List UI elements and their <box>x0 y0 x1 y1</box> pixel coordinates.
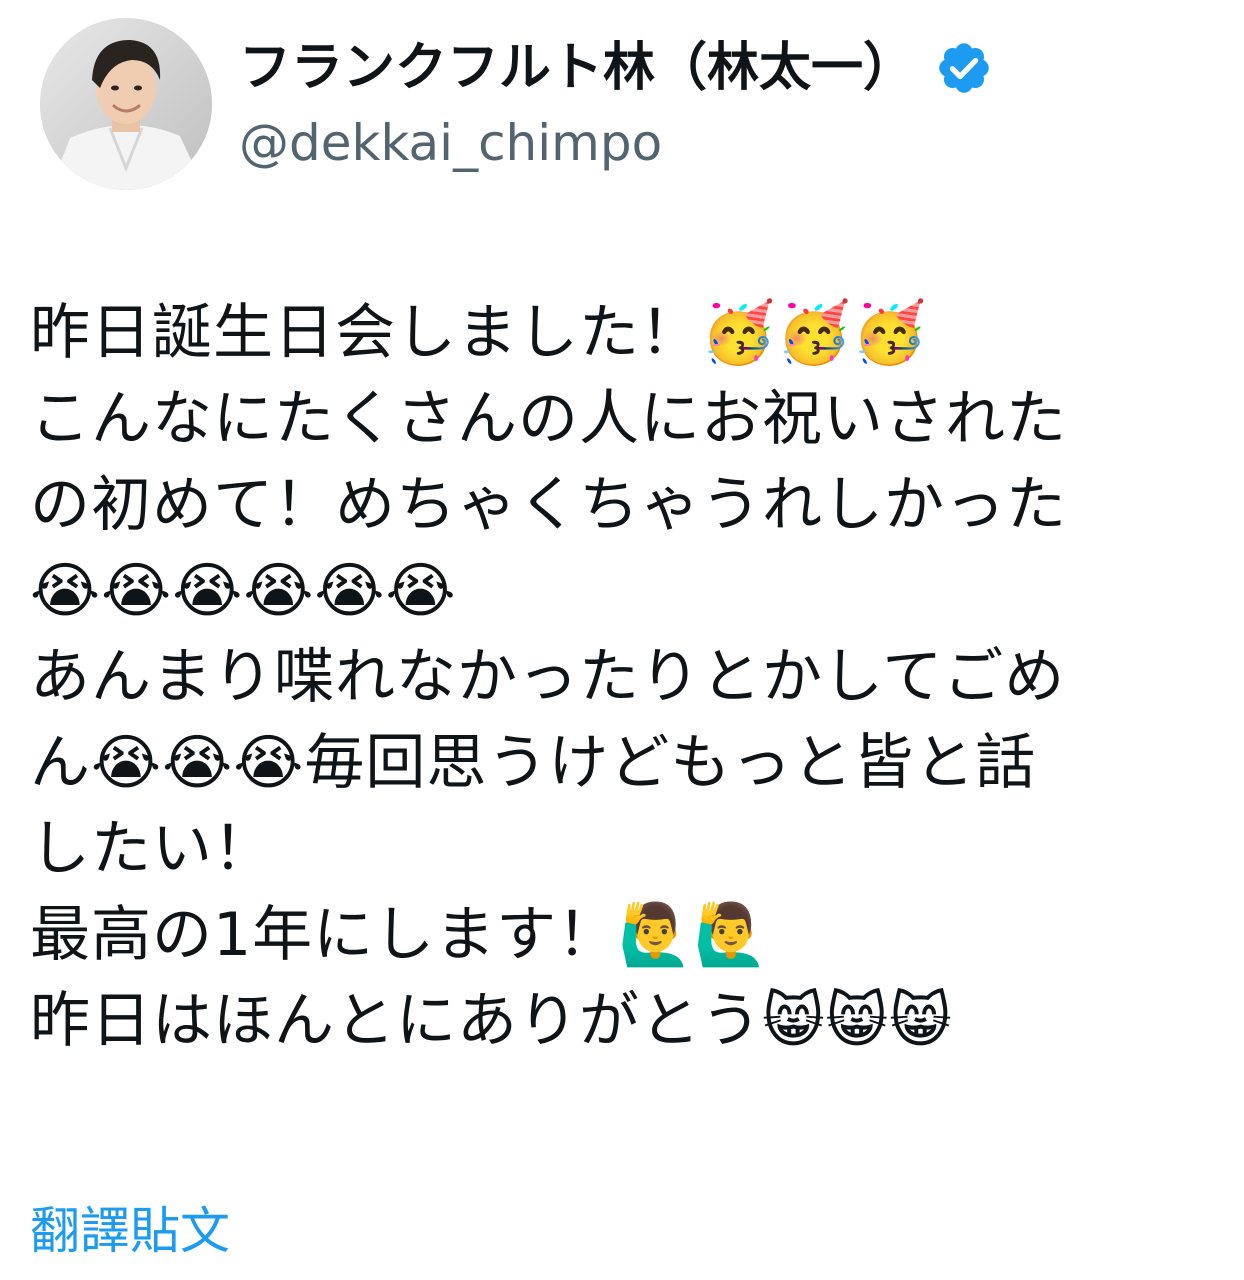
verified-badge-icon <box>935 39 993 97</box>
tweet-line: こんなにたくさんの人にお祝いされた <box>30 384 1067 454</box>
tweet-line: あんまり喋れなかったりとかしてごめ <box>30 642 1066 712</box>
user-names: フランクフルト林（林太一） @dekkai_chimpo <box>239 28 993 178</box>
tweet-line: したい！ <box>30 814 274 884</box>
tweet-text: 昨日誕生日会しました！🥳🥳🥳 こんなにたくさんの人にお祝いされた の初めて！めち… <box>30 290 1220 1064</box>
translate-post-link[interactable]: 翻譯貼文 <box>30 1196 230 1266</box>
display-name[interactable]: フランクフルト林（林太一） <box>239 28 915 108</box>
tweet-header: フランクフルト林（林太一） @dekkai_chimpo <box>40 18 993 190</box>
tweet-line: 昨日はほんとにありがとう😸😸😸 <box>30 986 953 1056</box>
tweet-line: 😭😭😭😭😭😭 <box>30 556 457 626</box>
user-handle[interactable]: @dekkai_chimpo <box>239 108 993 178</box>
user-avatar[interactable] <box>40 18 212 190</box>
tweet-line: 最高の1年にします！🙋‍♂️🙋‍♂️ <box>30 900 770 970</box>
tweet-line: の初めて！めちゃくちゃうれしかった <box>30 470 1067 540</box>
display-name-row: フランクフルト林（林太一） <box>239 28 993 108</box>
tweet-line: ん😭😭😭毎回思うけどもっと皆と話 <box>30 728 1037 798</box>
avatar-image <box>40 18 212 190</box>
tweet-line: 昨日誕生日会しました！🥳🥳🥳 <box>30 298 929 368</box>
